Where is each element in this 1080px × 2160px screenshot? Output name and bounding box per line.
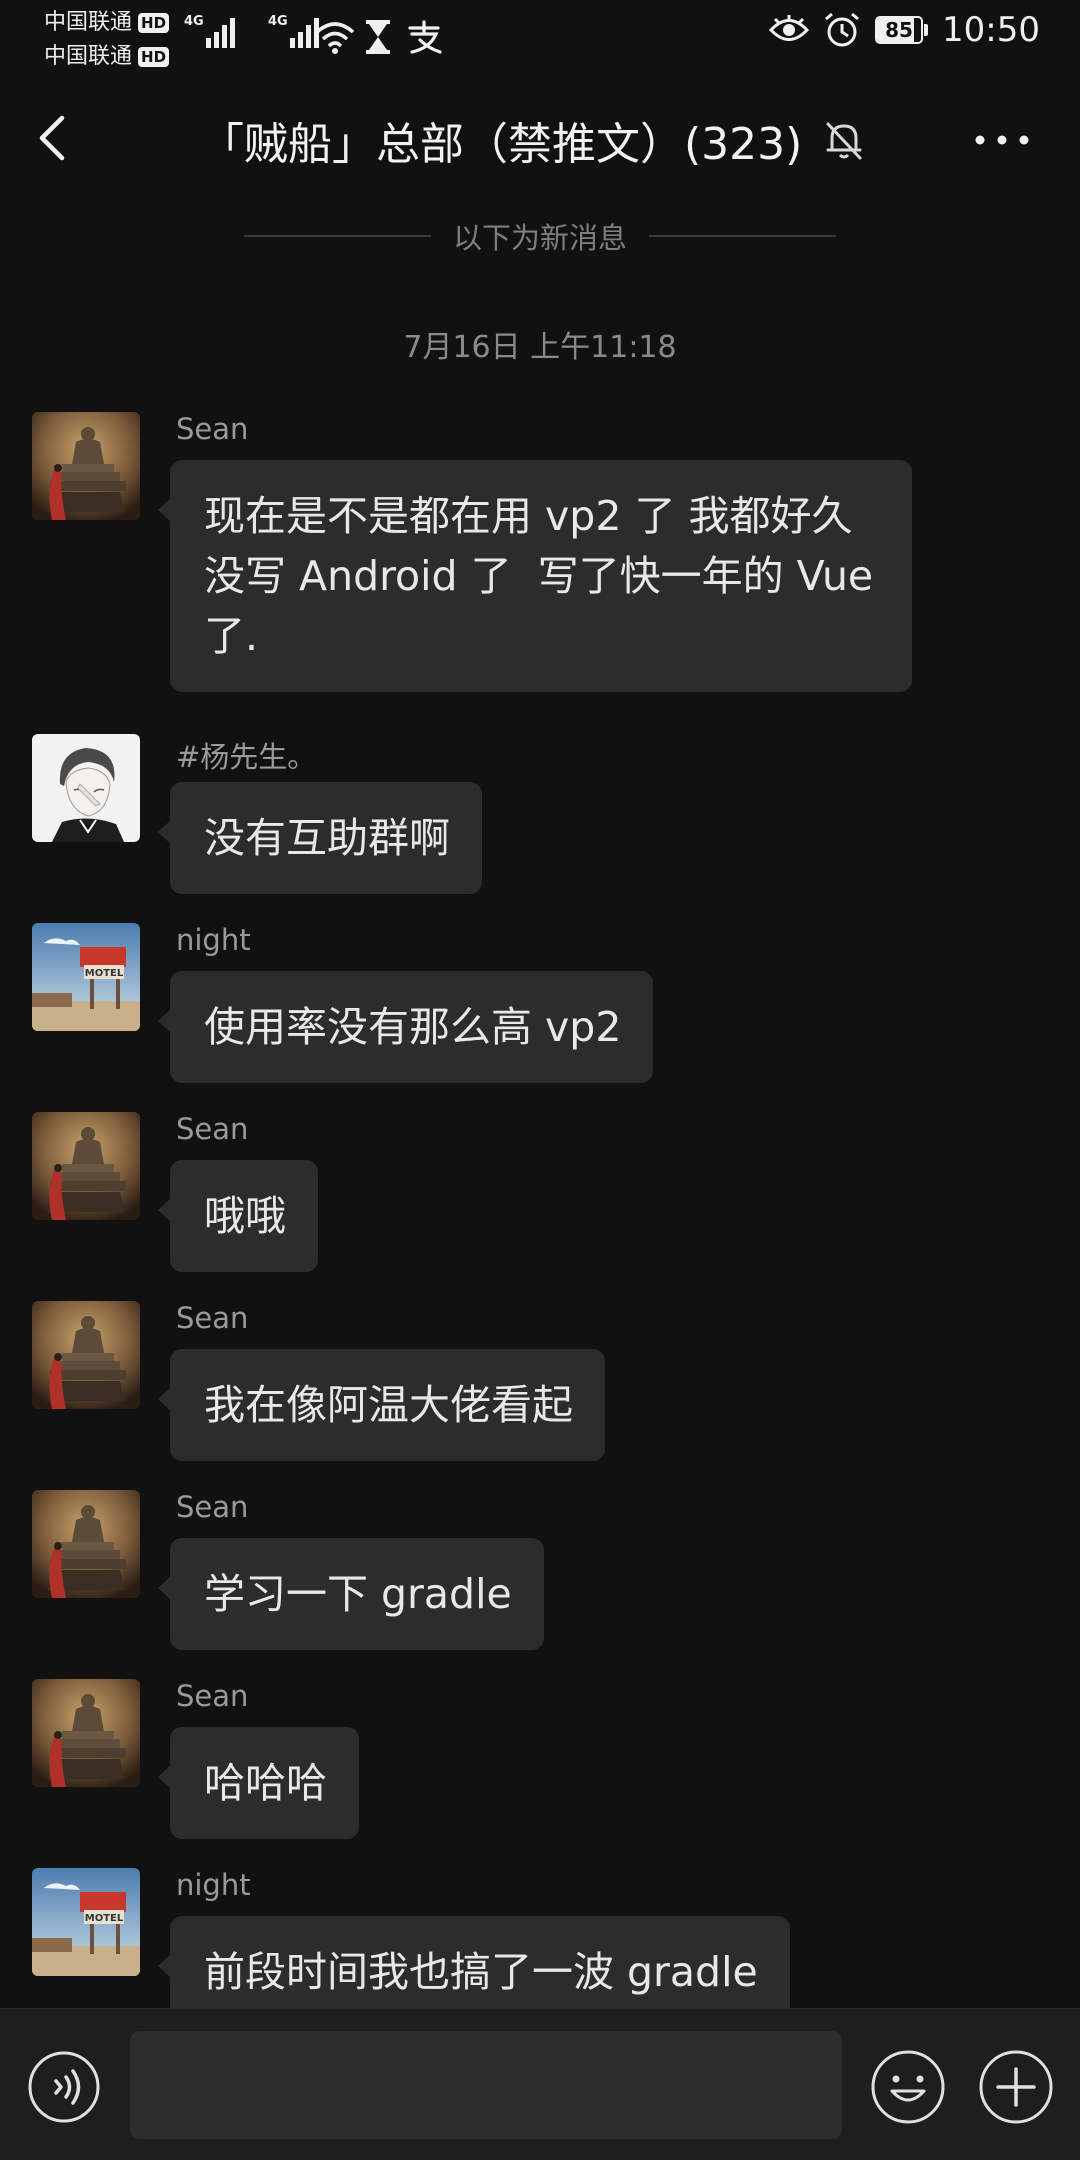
message-bubble[interactable]: 哦哦: [158, 1160, 318, 1272]
svg-text:MOTEL: MOTEL: [85, 968, 124, 979]
avatar-image: [32, 1679, 140, 1787]
avatar[interactable]: [32, 1301, 140, 1409]
more-dots-icon: [975, 135, 1029, 145]
message-input[interactable]: [130, 2031, 842, 2139]
message-bubble[interactable]: 使用率没有那么高 vp2: [157, 971, 654, 1083]
avatar[interactable]: [32, 1112, 140, 1220]
avatar-image: [32, 1301, 140, 1409]
status-bar: 中国联通 HD 中国联通 HD 4G 4G 85 10:50: [0, 0, 1080, 80]
message-text: 学习一下 gradle: [204, 1570, 512, 1618]
eye-icon: [769, 15, 810, 41]
message-bubble[interactable]: 现在是不是都在用 vp2 了 我都好久 没写 Android 了 写了快一年的 …: [158, 460, 912, 692]
clock: 10:50: [942, 10, 1040, 50]
message-text: 现在是不是都在用 vp2 了 我都好久 没写 Android 了 写了快一年的 …: [204, 492, 874, 660]
avatar-image: [32, 1490, 140, 1598]
wifi-icon: [315, 22, 355, 54]
sender-name: night: [176, 1868, 251, 1902]
message-text: 前段时间我也搞了一波 gradle: [204, 1948, 758, 1996]
message-text: 使用率没有那么高 vp2: [204, 1003, 622, 1051]
chevron-left-icon: [39, 115, 65, 161]
carrier-2-label: 中国联通: [44, 44, 133, 69]
emoji-icon: [871, 2050, 945, 2124]
message-text: 哦哦: [204, 1192, 286, 1240]
signal-icon: 4G: [184, 14, 238, 48]
message-text: 没有互助群啊: [204, 814, 450, 862]
avatar[interactable]: MOTEL: [32, 1868, 140, 1976]
avatar-image: [32, 734, 140, 842]
status-right: 85 10:50: [769, 10, 1040, 50]
avatar[interactable]: MOTEL: [32, 923, 140, 1031]
avatar-image: [32, 1112, 140, 1220]
avatar[interactable]: [32, 412, 140, 520]
avatar-image: [32, 412, 140, 520]
avatar-image: MOTEL: [32, 1868, 140, 1976]
carrier-1-label: 中国联通: [44, 10, 133, 35]
plus-button[interactable]: [976, 2047, 1056, 2127]
sender-name: Sean: [176, 1490, 249, 1524]
battery-icon: 85: [875, 16, 929, 44]
chat-header: 「贼船」总部（禁推文）(323): [0, 80, 1080, 200]
voice-button[interactable]: [26, 2049, 102, 2125]
emoji-button[interactable]: [868, 2047, 948, 2127]
svg-text:MOTEL: MOTEL: [85, 1913, 124, 1924]
hourglass-icon: [366, 20, 390, 54]
sender-name: Sean: [176, 412, 249, 446]
message-text: 我在像阿温大佬看起: [204, 1381, 573, 1429]
message-bubble[interactable]: 学习一下 gradle: [158, 1538, 544, 1650]
hd-badge: HD: [138, 13, 170, 33]
group-title: 「贼船」总部（禁推文）(323): [200, 119, 803, 170]
avatar[interactable]: [32, 734, 140, 842]
sender-name: Sean: [176, 1301, 249, 1335]
message-bubble[interactable]: 我在像阿温大佬看起: [158, 1349, 605, 1461]
bell-muted-icon: [826, 122, 862, 160]
sender-name: Sean: [176, 1112, 249, 1146]
sender-name: #杨先生。: [176, 740, 317, 774]
more-button[interactable]: [972, 120, 1032, 160]
sender-name: Sean: [176, 1679, 249, 1713]
message-bubble[interactable]: 没有互助群啊: [158, 782, 482, 894]
input-bar: [0, 2008, 1080, 2160]
title-wrap: 「贼船」总部（禁推文）(323): [200, 108, 864, 172]
sender-name: night: [176, 923, 251, 957]
battery-level-text: 85: [885, 18, 913, 42]
new-messages-divider: 以下为新消息: [244, 218, 837, 255]
alipay-icon: [408, 20, 442, 54]
hd-badge-2: HD: [138, 47, 170, 67]
message-timestamp: 7月16日 上午11:18: [403, 330, 677, 365]
avatar-image: MOTEL: [32, 923, 140, 1031]
plus-icon: [979, 2050, 1053, 2124]
avatar[interactable]: [32, 1679, 140, 1787]
chat-screen: 中国联通 HD 中国联通 HD 4G 4G 85 10:50 「贼船」总部（禁推…: [0, 0, 1080, 2160]
alarm-icon: [825, 12, 859, 47]
message-text: 哈哈哈: [204, 1759, 327, 1807]
back-button[interactable]: [28, 106, 84, 170]
new-messages-label: 以下为新消息: [453, 221, 628, 255]
carrier-info: 中国联通 HD 中国联通 HD: [44, 6, 170, 74]
voice-icon: [28, 2051, 100, 2123]
message-bubble[interactable]: 哈哈哈: [158, 1727, 359, 1839]
avatar[interactable]: [32, 1490, 140, 1598]
